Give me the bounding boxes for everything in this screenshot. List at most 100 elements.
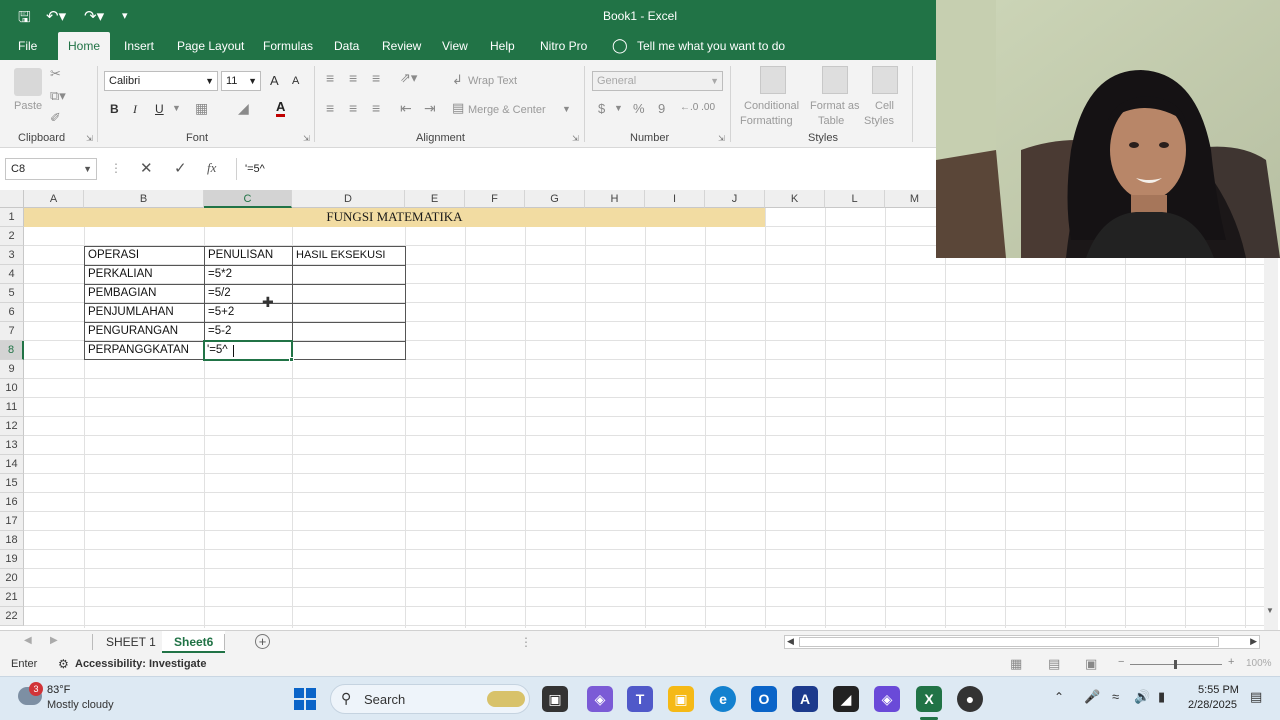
column-header[interactable]: D	[292, 190, 405, 208]
font-name-select[interactable]: Calibri ▼	[104, 71, 218, 91]
borders-icon[interactable]: ▦	[195, 100, 208, 117]
format-as-table-button[interactable]: Format as	[810, 100, 860, 112]
row-header[interactable]: 13	[0, 436, 24, 455]
zoom-slider-thumb[interactable]	[1174, 660, 1177, 669]
row-header[interactable]: 20	[0, 569, 24, 588]
row-header[interactable]: 15	[0, 474, 24, 493]
wrap-text-icon[interactable]: ↲	[452, 72, 463, 88]
conditional-formatting-button[interactable]: Conditional	[744, 100, 799, 112]
column-header[interactable]: B	[84, 190, 204, 208]
column-header[interactable]: H	[585, 190, 645, 208]
font-size-select[interactable]: 11 ▼	[221, 71, 261, 91]
outlook-icon[interactable]: O	[751, 686, 777, 712]
column-header[interactable]: J	[705, 190, 765, 208]
cancel-entry-icon[interactable]: ✕	[140, 159, 153, 177]
clock-date[interactable]: 2/28/2025	[1188, 699, 1237, 711]
formula-text-cell[interactable]: =5+2	[205, 306, 291, 318]
cell-styles-button[interactable]: Cell	[875, 100, 894, 112]
formula-text-cell[interactable]: =5/2	[205, 287, 291, 299]
column-header[interactable]: I	[645, 190, 705, 208]
app-icon[interactable]: ◈	[874, 686, 900, 712]
wrap-text-button[interactable]: Wrap Text	[468, 75, 517, 87]
merge-center-button[interactable]: Merge & Center	[468, 104, 546, 116]
column-header[interactable]: C	[204, 190, 292, 208]
underline-button[interactable]: U	[155, 102, 164, 116]
increase-indent-icon[interactable]: ⇥	[424, 100, 436, 117]
cell-styles-button-line2[interactable]: Styles	[864, 115, 894, 127]
start-icon[interactable]	[294, 688, 316, 710]
fill-color-icon[interactable]: ◢	[238, 100, 249, 117]
sheet-tab-sheet6[interactable]: Sheet6	[162, 631, 226, 653]
prev-sheet-icon[interactable]: ◀	[24, 635, 32, 646]
decimal-buttons[interactable]: ←.0 .00	[680, 102, 715, 113]
row-header[interactable]: 4	[0, 265, 24, 284]
conditional-formatting-icon[interactable]	[760, 66, 786, 94]
scroll-thumb[interactable]	[799, 637, 1219, 647]
paste-button[interactable]: Paste	[14, 100, 42, 112]
horizontal-scrollbar[interactable]: ◀ ▶	[784, 635, 1260, 649]
sheet-tab-sheet-1[interactable]: SHEET 1	[94, 631, 168, 653]
column-header[interactable]: E	[405, 190, 465, 208]
tab-review[interactable]: Review	[372, 32, 431, 60]
dialog-launcher-icon[interactable]: ⇲	[718, 134, 725, 143]
format-painter-icon[interactable]: ✐	[50, 110, 61, 126]
row-header[interactable]: 1	[0, 208, 24, 227]
row-header[interactable]: 3	[0, 246, 24, 265]
format-as-table-icon[interactable]	[822, 66, 848, 94]
active-cell-c8[interactable]: '=5^	[203, 340, 293, 361]
next-sheet-icon[interactable]: ▶	[50, 635, 58, 646]
header-cell[interactable]: OPERASI	[85, 249, 203, 261]
column-header[interactable]: A	[24, 190, 84, 208]
notifications-icon[interactable]: ▤	[1250, 689, 1262, 705]
zoom-out-icon[interactable]: −	[1118, 656, 1124, 668]
recorder-icon[interactable]: ●	[957, 686, 983, 712]
wifi-icon[interactable]: ≈	[1112, 689, 1119, 704]
row-header[interactable]: 9	[0, 360, 24, 379]
scroll-down-icon[interactable]: ▼	[1266, 606, 1274, 615]
row-header[interactable]: 18	[0, 531, 24, 550]
comma-button[interactable]: 9	[658, 101, 665, 116]
name-box[interactable]: C8 ▼	[5, 158, 97, 180]
chevron-up-icon[interactable]: ⌃	[1054, 690, 1064, 704]
accessibility-status[interactable]: Accessibility: Investigate	[75, 658, 206, 670]
row-header[interactable]: 8	[0, 341, 24, 360]
insert-function-icon[interactable]: fx	[207, 160, 216, 176]
chevron-down-icon[interactable]: ▼	[614, 103, 623, 113]
row-header[interactable]: 14	[0, 455, 24, 474]
tab-help[interactable]: Help	[480, 32, 525, 60]
normal-view-icon[interactable]: ▦	[1010, 656, 1022, 672]
tab-view[interactable]: View	[432, 32, 478, 60]
conditional-formatting-button-line2[interactable]: Formatting	[740, 115, 793, 127]
formula-text-cell[interactable]: =5-2	[205, 325, 291, 337]
page-layout-view-icon[interactable]: ▤	[1048, 656, 1060, 672]
zoom-in-icon[interactable]: +	[1228, 656, 1234, 668]
row-header[interactable]: 5	[0, 284, 24, 303]
tell-me-search[interactable]: Tell me what you want to do	[637, 32, 785, 60]
paste-icon[interactable]	[14, 68, 42, 96]
edge-icon[interactable]: e	[710, 686, 736, 712]
fill-handle[interactable]	[289, 357, 294, 362]
column-header[interactable]: K	[765, 190, 825, 208]
task-view-icon[interactable]: ▣	[542, 686, 568, 712]
bold-button[interactable]: B	[110, 102, 119, 116]
copy-icon[interactable]: ⧉▾	[50, 88, 66, 104]
align-bottom-icon[interactable]: ≡	[372, 70, 380, 86]
format-as-table-button-line2[interactable]: Table	[818, 115, 844, 127]
row-header[interactable]: 7	[0, 322, 24, 341]
number-format-select[interactable]: General ▼	[592, 71, 723, 91]
dialog-launcher-icon[interactable]: ⇲	[572, 134, 579, 143]
row-header[interactable]: 2	[0, 227, 24, 246]
page-break-view-icon[interactable]: ▣	[1085, 656, 1097, 672]
row-header[interactable]: 12	[0, 417, 24, 436]
italic-button[interactable]: I	[133, 102, 137, 117]
app-icon[interactable]: A	[792, 686, 818, 712]
cell-styles-icon[interactable]	[872, 66, 898, 94]
zoom-level[interactable]: 100%	[1246, 658, 1272, 669]
clock-time[interactable]: 5:55 PM	[1198, 684, 1239, 696]
header-cell[interactable]: HASIL EKSEKUSI	[293, 249, 404, 261]
align-left-icon[interactable]: ≡	[326, 100, 334, 116]
scroll-left-icon[interactable]: ◀	[787, 636, 794, 647]
chevron-down-icon[interactable]: ▼	[562, 104, 571, 114]
weather-temp[interactable]: 83°F	[47, 684, 70, 696]
decrease-indent-icon[interactable]: ⇤	[400, 100, 412, 117]
